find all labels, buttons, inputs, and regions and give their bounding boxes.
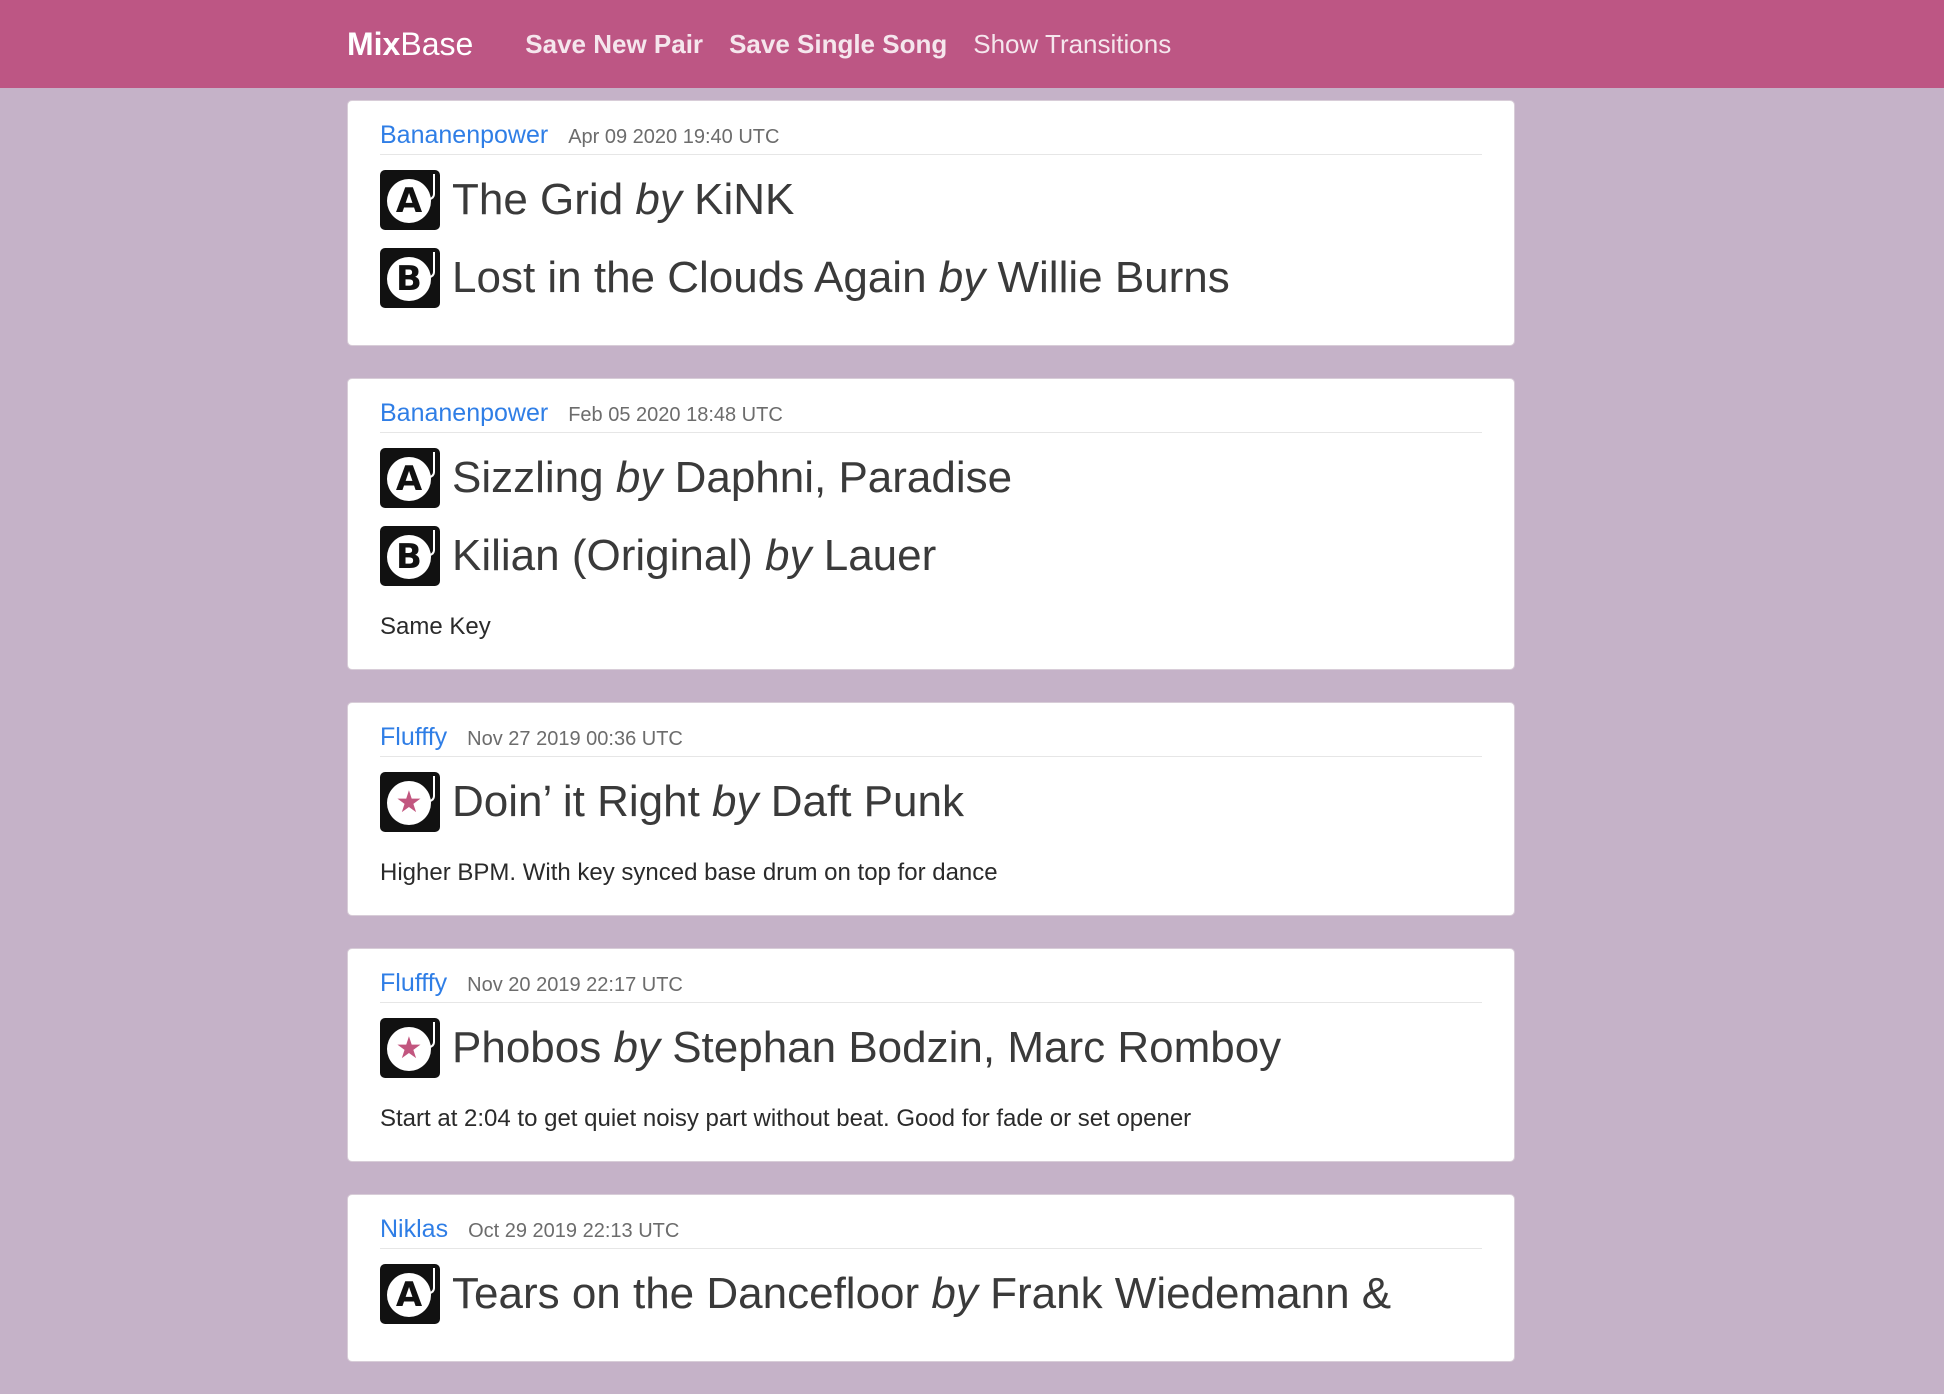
brand-logo[interactable]: MixBase [347,26,473,63]
deck-b-icon: B [380,248,440,308]
post-header: Bananenpower Apr 09 2020 19:40 UTC [380,121,1482,155]
song-note: Start at 2:04 to get quiet noisy part wi… [380,1105,1192,1132]
post-card: Flufffy Nov 27 2019 00:36 UTC ★ Doin’ it… [347,702,1515,916]
post-card: Bananenpower Apr 09 2020 19:40 UTC A The… [347,100,1515,346]
song-row: A Tears on the Dancefloor by Frank Wiede… [380,1255,1482,1333]
post-card: Niklas Oct 29 2019 22:13 UTC A Tears on … [347,1194,1515,1362]
post-header: Flufffy Nov 27 2019 00:36 UTC [380,723,1482,757]
nav-save-new-pair[interactable]: Save New Pair [525,29,703,60]
post-timestamp: Apr 09 2020 19:40 UTC [568,126,780,148]
post-card: Flufffy Nov 20 2019 22:17 UTC ★ Phobos b… [347,948,1515,1162]
user-link[interactable]: Flufffy [380,723,447,752]
deck-b-icon: B [380,526,440,586]
nav-show-transitions[interactable]: Show Transitions [973,29,1171,60]
post-header: Flufffy Nov 20 2019 22:17 UTC [380,969,1482,1003]
deck-a-icon: A [380,448,440,508]
song-title[interactable]: Tears on the Dancefloor by Frank Wiedema… [452,1269,1391,1319]
post-timestamp: Oct 29 2019 22:13 UTC [468,1220,680,1242]
song-row: A The Grid by KiNK [380,161,1482,239]
song-title[interactable]: The Grid by KiNK [452,175,794,225]
user-link[interactable]: Flufffy [380,969,447,998]
single-song-star-icon: ★ [380,772,440,832]
single-song-star-icon: ★ [380,1018,440,1078]
song-row: B Kilian (Original) by Lauer [380,517,1482,595]
top-navbar: MixBase Save New Pair Save Single Song S… [0,0,1944,88]
song-title[interactable]: Lost in the Clouds Again by Willie Burns [452,253,1230,303]
transition-note: Same Key [380,613,491,640]
post-timestamp: Nov 20 2019 22:17 UTC [467,974,683,996]
song-row: ★ Phobos by Stephan Bodzin, Marc Romboy [380,1009,1482,1087]
song-row: A Sizzling by Daphni, Paradise [380,439,1482,517]
post-header: Bananenpower Feb 05 2020 18:48 UTC [380,399,1482,433]
song-note: Higher BPM. With key synced base drum on… [380,859,998,886]
nav-save-single-song[interactable]: Save Single Song [729,29,947,60]
song-title[interactable]: Phobos by Stephan Bodzin, Marc Romboy [452,1023,1281,1073]
song-title[interactable]: Sizzling by Daphni, Paradise [452,453,1012,503]
deck-a-icon: A [380,170,440,230]
user-link[interactable]: Bananenpower [380,121,548,150]
post-timestamp: Nov 27 2019 00:36 UTC [467,728,683,750]
song-title[interactable]: Kilian (Original) by Lauer [452,531,936,581]
transition-feed: Bananenpower Apr 09 2020 19:40 UTC A The… [347,100,1515,1394]
song-row: B Lost in the Clouds Again by Willie Bur… [380,239,1482,317]
user-link[interactable]: Bananenpower [380,399,548,428]
post-header: Niklas Oct 29 2019 22:13 UTC [380,1215,1482,1249]
song-title[interactable]: Doin’ it Right by Daft Punk [452,777,964,827]
user-link[interactable]: Niklas [380,1215,448,1244]
post-card: Bananenpower Feb 05 2020 18:48 UTC A Siz… [347,378,1515,670]
deck-a-icon: A [380,1264,440,1324]
song-row: ★ Doin’ it Right by Daft Punk [380,763,1482,841]
post-timestamp: Feb 05 2020 18:48 UTC [568,404,783,426]
